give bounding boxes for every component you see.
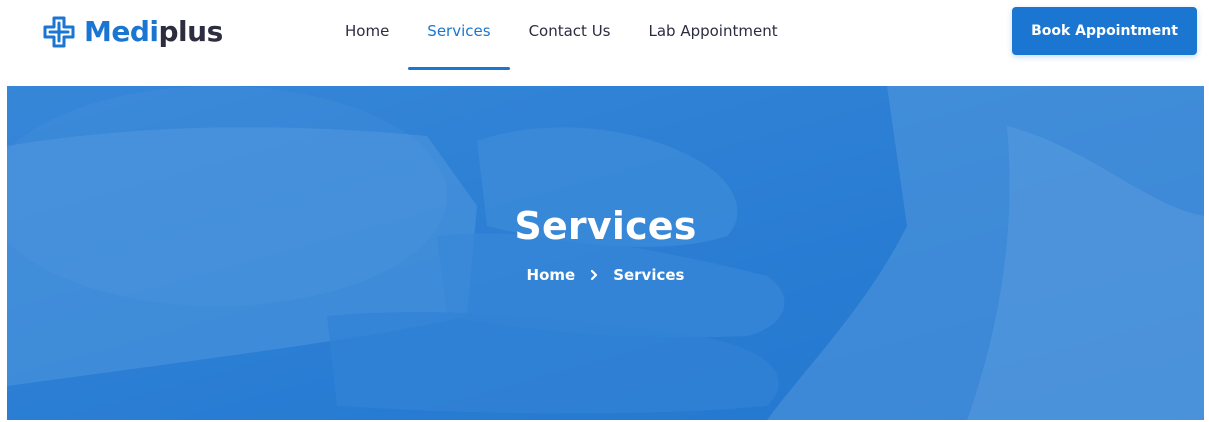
book-appointment-button[interactable]: Book Appointment xyxy=(1012,7,1197,55)
page-title: Services xyxy=(514,204,697,248)
logo-text: Mediplus xyxy=(84,18,223,46)
nav-item-contact-us[interactable]: Contact Us xyxy=(510,0,630,70)
main-nav: Home Services Contact Us Lab Appointment xyxy=(326,0,797,70)
hero-content: Services Home Services xyxy=(7,204,1204,285)
breadcrumb-home-link[interactable]: Home xyxy=(527,266,576,284)
chevron-right-icon xyxy=(591,269,598,280)
nav-item-lab-appointment[interactable]: Lab Appointment xyxy=(629,0,796,70)
hero-banner: Services Home Services xyxy=(7,86,1204,420)
breadcrumb-current: Services xyxy=(613,265,685,284)
breadcrumb: Home Services xyxy=(527,266,685,284)
nav-item-services[interactable]: Services xyxy=(408,0,510,70)
logo-text-plus: plus xyxy=(158,15,224,48)
site-logo[interactable]: Mediplus xyxy=(42,12,223,52)
logo-text-medi: Medi xyxy=(84,15,159,48)
nav-item-home[interactable]: Home xyxy=(326,0,408,70)
site-header: Mediplus Home Services Contact Us Lab Ap… xyxy=(0,0,1209,86)
medical-cross-icon xyxy=(43,16,75,48)
